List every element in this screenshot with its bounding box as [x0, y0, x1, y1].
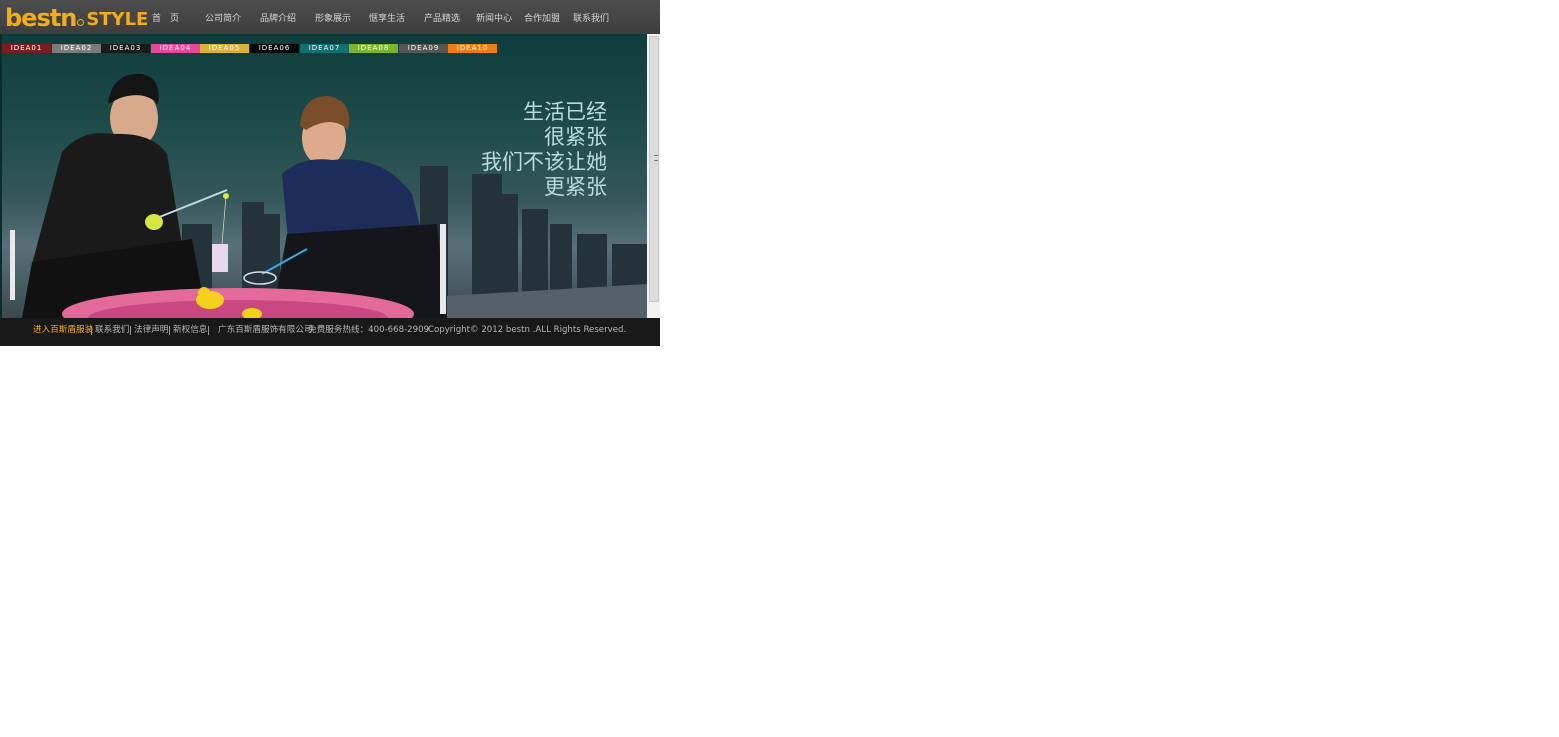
slogan-line-4: 更紧张: [544, 175, 607, 199]
logo[interactable]: bestn STYLE: [5, 4, 148, 30]
idea-tab-01[interactable]: IDEA01: [2, 44, 51, 53]
idea-tab-02[interactable]: IDEA02: [52, 44, 101, 53]
header: bestn STYLE 首 页 公司简介 品牌介绍 形象展示 惬享生活 产品精选…: [0, 0, 660, 34]
enter-site-link[interactable]: 进入百斯盾服装: [33, 325, 93, 336]
nav-image[interactable]: 形象展示: [315, 13, 351, 25]
nav-join[interactable]: 合作加盟: [524, 13, 560, 25]
idea-tab-08[interactable]: IDEA08: [349, 44, 398, 53]
nav-products[interactable]: 产品精选: [424, 13, 460, 25]
idea-tab-06[interactable]: IDEA06: [250, 44, 299, 53]
grip-icon: [654, 155, 658, 161]
idea-tab-04[interactable]: IDEA04: [151, 44, 200, 53]
company-name: 广东百斯盾服饰有限公司: [218, 325, 313, 335]
footer-divider: [130, 326, 131, 335]
logo-text-bestn: bestn: [5, 4, 77, 32]
scrollbar-thumb[interactable]: [649, 36, 659, 302]
idea-tab-05[interactable]: IDEA05: [200, 44, 249, 53]
copyright: Copyright© 2012 bestn .ALL Rights Reserv…: [428, 325, 627, 335]
logo-dot-icon: [77, 19, 85, 26]
idea-tab-07[interactable]: IDEA07: [300, 44, 349, 53]
footer-divider: [169, 326, 170, 335]
nav-company[interactable]: 公司简介: [205, 13, 241, 25]
footer-divider: [208, 326, 209, 335]
hotline: 免费服务热线：400-668-2909: [308, 325, 430, 335]
slogan-line-1: 生活已经: [523, 100, 607, 124]
hero-photo: 生活已经 很紧张 我们不该让她 更紧张: [2, 34, 647, 318]
slogan-line-3: 我们不该让她: [481, 150, 607, 174]
nav-home[interactable]: 首 页: [152, 13, 179, 25]
nav-lifestyle[interactable]: 惬享生活: [369, 13, 405, 25]
nav-contact[interactable]: 联系我们: [573, 13, 609, 25]
nav-brand[interactable]: 品牌介绍: [260, 13, 296, 25]
footer-divider: [91, 326, 92, 335]
banner-scrollbar[interactable]: [647, 34, 660, 318]
logo-text-style: STYLE: [86, 9, 149, 30]
hero-banner: 生活已经 很紧张 我们不该让她 更紧张 IDEA01 IDEA02 IDEA03…: [0, 34, 660, 318]
footer-link-info[interactable]: 新权信息: [173, 325, 207, 336]
idea-tab-03[interactable]: IDEA03: [101, 44, 150, 53]
nav-news[interactable]: 新闻中心: [476, 13, 512, 25]
slogan-line-2: 很紧张: [544, 125, 607, 149]
idea-tab-09[interactable]: IDEA09: [399, 44, 448, 53]
idea-tab-10[interactable]: IDEA10: [448, 44, 497, 53]
footer-link-legal[interactable]: 法律声明: [134, 325, 168, 336]
footer: 进入百斯盾服装 联系我们 法律声明 新权信息 广东百斯盾服饰有限公司 免费服务热…: [0, 318, 660, 346]
site-frame: bestn STYLE 首 页 公司简介 品牌介绍 形象展示 惬享生活 产品精选…: [0, 0, 660, 346]
footer-link-contact[interactable]: 联系我们: [95, 325, 129, 336]
